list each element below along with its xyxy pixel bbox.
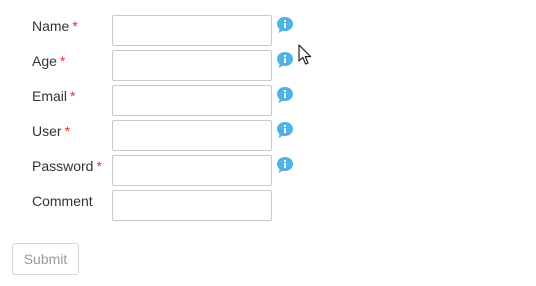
info-icon[interactable] (276, 86, 294, 104)
required-asterisk: * (96, 158, 102, 174)
email-input[interactable] (112, 85, 272, 116)
comment-input[interactable] (112, 190, 272, 221)
form-row-password: Password * (0, 155, 536, 186)
required-asterisk: * (64, 123, 71, 139)
form-row-user: User * (0, 120, 536, 151)
field-label-user: User * (32, 123, 71, 139)
name-input[interactable] (112, 15, 272, 46)
field-label-email: Email * (32, 88, 76, 104)
info-icon[interactable] (276, 121, 294, 139)
password-input[interactable] (112, 155, 272, 186)
form-row-email: Email * (0, 85, 536, 116)
field-label-comment: Comment (32, 193, 93, 209)
registration-form: Name * Age * Email * User * Password * C… (0, 0, 536, 286)
info-icon[interactable] (276, 51, 294, 69)
info-icon[interactable] (276, 16, 294, 34)
mouse-pointer-icon (298, 44, 312, 65)
age-input[interactable] (112, 50, 272, 81)
form-row-age: Age * (0, 50, 536, 81)
user-input[interactable] (112, 120, 272, 151)
required-asterisk: * (72, 18, 78, 34)
info-icon[interactable] (276, 156, 294, 174)
form-row-comment: Comment (0, 190, 536, 221)
required-asterisk: * (59, 53, 66, 69)
field-label-password: Password * (32, 158, 102, 174)
submit-button[interactable]: Submit (12, 243, 79, 275)
field-label-age: Age * (32, 53, 66, 69)
required-asterisk: * (70, 88, 76, 104)
form-row-name: Name * (0, 15, 536, 46)
field-label-name: Name * (32, 18, 78, 34)
